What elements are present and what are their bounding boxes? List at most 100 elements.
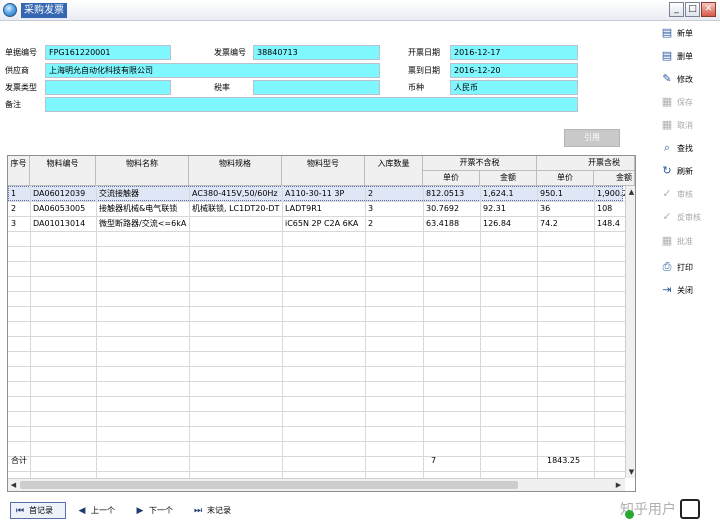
app-icon [3,3,17,17]
horizontal-scrollbar[interactable]: ◀ ▶ [8,478,625,491]
cell-excl-amount[interactable]: 126.84 [480,216,537,231]
currency-field[interactable]: 人民币 [450,80,578,95]
scroll-down-icon[interactable]: ▼ [626,467,635,477]
invoice-no-field[interactable]: 38840713 [253,45,380,60]
cell-code[interactable]: DA06012039 [30,186,96,201]
cell-incl-price[interactable]: 950.1 [537,186,594,201]
toolbar-edit-button[interactable]: ✎ 修改 [659,71,709,87]
toolbar-label: 关闭 [677,285,693,295]
toolbar-authorize-button[interactable]: ▦ 批准 [659,233,709,249]
cell-incl-price[interactable]: 36 [537,201,594,216]
cell-excl-amount[interactable]: 92.31 [480,201,537,216]
supplier-field[interactable]: 上海明允自动化科技有限公司 [45,63,380,78]
cell-qty[interactable]: 2 [365,186,423,201]
scroll-right-icon[interactable]: ▶ [613,480,624,490]
grid-row-line [8,276,625,277]
remark-field[interactable] [45,97,578,112]
refresh-icon: ↻ [662,164,672,177]
cell-qty[interactable]: 3 [365,201,423,216]
cell-qty[interactable]: 2 [365,216,423,231]
col-header-spec[interactable]: 物料规格 [189,156,282,186]
vertical-scrollbar[interactable]: ▲ ▼ [625,186,635,478]
toolbar-print-button[interactable]: ⎙ 打印 [659,259,709,275]
toolbar-unapprove-button[interactable]: ✓ 反审核 [659,209,709,225]
cell-excl-price[interactable]: 30.7692 [423,201,480,216]
toolbar-new-doc-button[interactable]: ▤ 新单 [659,25,709,41]
new-doc-icon: ▤ [661,26,673,39]
horizontal-scroll-thumb[interactable] [20,481,518,489]
cell-name[interactable]: 接触器机械&电气联锁 [96,201,189,216]
doc-no-field[interactable]: FPG161220001 [45,45,171,60]
cell-spec[interactable] [189,216,282,231]
cell-incl-amount[interactable]: 108 [594,201,625,216]
col-header-incl-amount[interactable]: 金额 [594,171,635,186]
toolbar-label: 反审核 [677,212,701,222]
scroll-up-icon[interactable]: ▲ [626,187,635,197]
cell-incl-amount[interactable]: 1,900.2 [594,186,625,201]
next-record-icon: ▶ [136,505,144,516]
toolbar-exit-button[interactable]: ⇥ 关闭 [659,282,709,298]
cell-excl-price[interactable]: 63.4188 [423,216,480,231]
toolbar-approve-button[interactable]: ✓ 审核 [659,186,709,202]
total-incl-price: 1843.25 [547,456,581,465]
toolbar-label: 刷新 [677,166,693,176]
cell-spec[interactable]: AC380-415V,50/60Hz [189,186,282,201]
col-header-qty[interactable]: 入库数量 [365,156,423,186]
cell-model[interactable]: iC65N 2P C2A 6KA [282,216,365,231]
issue-date-label: 开票日期 [408,48,440,57]
col-header-incl-price[interactable]: 单价 [537,171,594,186]
toolbar-cancel-button[interactable]: ▦ 取消 [659,117,709,133]
invoice-type-label: 发票类型 [5,83,37,92]
close-button[interactable]: ✕ [701,2,716,17]
unapprove-icon: ✓ [662,210,672,223]
cell-excl-amount[interactable]: 1,624.1 [480,186,537,201]
col-header-seq[interactable]: 序号 [8,156,30,186]
approve-icon: ✓ [662,187,672,200]
doc-no-label: 单据编号 [5,48,37,57]
tax-rate-field[interactable] [253,80,380,95]
cell-incl-price[interactable]: 74.2 [537,216,594,231]
cell-excl-price[interactable]: 812.0513 [423,186,480,201]
grid-row-line [8,231,625,232]
invoice-lines-grid[interactable]: 序号 物料编号 物料名称 物料规格 物料型号 入库数量 开票不含税 开票含税 单… [7,155,636,492]
scroll-left-icon[interactable]: ◀ [8,480,19,490]
first-record-button[interactable]: ⏮ 首记录 [10,502,66,519]
cell-name[interactable]: 微型断路器/交流<=6kA [96,216,189,231]
grid-row-line [8,306,625,307]
cancel-icon: ▦ [661,118,673,131]
cell-code[interactable]: DA01013014 [30,216,96,231]
cell-seq[interactable]: 3 [8,216,30,231]
col-header-model[interactable]: 物料型号 [282,156,365,186]
cell-model[interactable]: A110-30-11 3P [282,186,365,201]
apply-button[interactable]: 引用 [564,129,620,147]
cell-spec[interactable]: 机械联锁, LC1DT20-DT [189,201,282,216]
grid-row-line [8,396,625,397]
toolbar-refresh-button[interactable]: ↻ 刷新 [659,163,709,179]
status-dot-icon [625,510,634,519]
toolbar-find-button[interactable]: ⌕ 查找 [659,140,709,156]
toolbar-delete-doc-button[interactable]: ▤ 删单 [659,48,709,64]
prev-record-icon: ◀ [78,505,86,516]
cell-name[interactable]: 交流接触器 [96,186,189,201]
minimize-button[interactable]: _ [669,2,684,17]
col-header-name[interactable]: 物料名称 [96,156,189,186]
cell-seq[interactable]: 1 [8,186,30,201]
toolbar-label: 取消 [677,120,693,130]
toolbar-label: 打印 [677,262,693,272]
prev-record-button[interactable]: ◀ 上一个 [76,502,115,519]
col-header-code[interactable]: 物料编号 [30,156,96,186]
last-record-button[interactable]: ⏭ 末记录 [192,502,231,519]
toolbar-label: 修改 [677,74,693,84]
arrival-date-field[interactable]: 2016-12-20 [450,63,578,78]
cell-incl-amount[interactable]: 148.4 [594,216,625,231]
next-record-button[interactable]: ▶ 下一个 [134,502,173,519]
issue-date-field[interactable]: 2016-12-17 [450,45,578,60]
toolbar-save-button[interactable]: ▦ 保存 [659,94,709,110]
col-header-excl-price[interactable]: 单价 [423,171,480,186]
cell-model[interactable]: LADT9R1 [282,201,365,216]
cell-code[interactable]: DA06053005 [30,201,96,216]
invoice-type-field[interactable] [45,80,171,95]
col-header-excl-amount[interactable]: 金额 [480,171,537,186]
cell-seq[interactable]: 2 [8,201,30,216]
maximize-button[interactable]: □ [685,2,700,17]
